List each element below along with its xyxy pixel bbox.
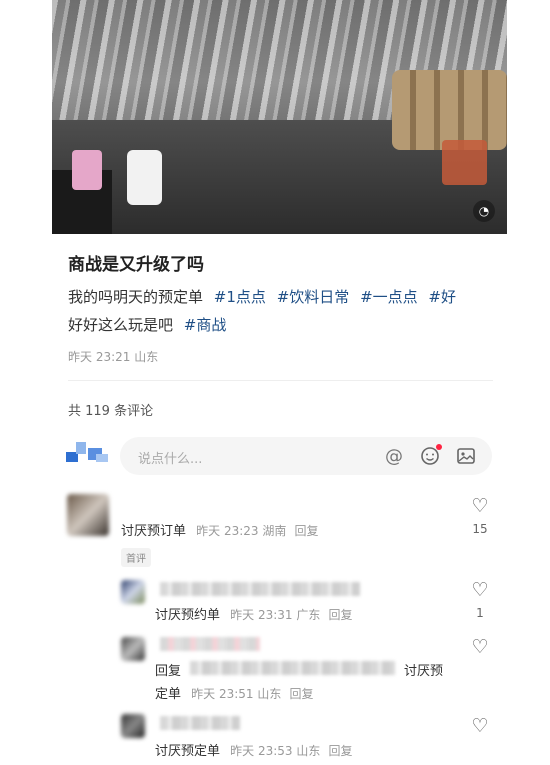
heart-icon: ♡ (471, 495, 489, 517)
pink-object (72, 150, 102, 190)
hashtag[interactable]: #1点点 (214, 288, 266, 306)
avatar[interactable] (121, 580, 145, 604)
comment-time: 昨天 23:23 湖南 (196, 524, 287, 538)
comment-author[interactable]: 讨厌预订单 (121, 524, 186, 539)
hashtag[interactable]: #好 (428, 288, 456, 306)
comment-time: 昨天 23:31 广东 (230, 608, 321, 622)
redacted-text (160, 637, 260, 651)
comment-input[interactable]: 说点什么... @ (120, 437, 492, 475)
comment: 讨厌预 (404, 660, 443, 679)
comment-placeholder: 说点什么... (138, 452, 203, 467)
comment-count: 共 119 条评论 (68, 404, 154, 419)
notification-dot (436, 444, 442, 450)
drink-cup (442, 140, 487, 185)
at-icon[interactable]: @ (382, 444, 406, 468)
comment: 回复 (155, 660, 181, 679)
divider (68, 380, 493, 381)
post-image[interactable]: ◔ (52, 0, 507, 234)
comment: 讨厌预约单 昨天 23:31 广东 回复 (155, 604, 353, 623)
comment: 定单 昨天 23:51 山东 回复 (155, 683, 314, 702)
reply-prefix: 回复 (155, 664, 182, 679)
comment-author[interactable]: 讨厌预约单 (155, 608, 220, 623)
like-button[interactable]: ♡ 15 (465, 496, 495, 536)
avatar[interactable] (66, 438, 110, 464)
redacted-text (190, 661, 395, 675)
comment-author[interactable]: 定单 (155, 687, 181, 702)
mention[interactable]: 讨厌预 (404, 664, 443, 679)
hashtag[interactable]: #一点点 (360, 288, 418, 306)
like-count: 1 (476, 606, 484, 620)
like-button[interactable]: ♡ (465, 716, 495, 736)
reply-button[interactable]: 回复 (329, 608, 353, 622)
like-button[interactable]: ♡ (465, 637, 495, 657)
comment: 讨厌预订单 昨天 23:23 湖南 回复 (121, 520, 319, 539)
post-title: 商战是又升级了吗 (68, 255, 204, 275)
post-meta: 昨天 23:21 山东 (68, 350, 159, 364)
comment-time: 昨天 23:53 山东 (230, 744, 321, 758)
avatar[interactable] (121, 637, 145, 661)
avatar[interactable] (121, 714, 145, 738)
post-body-text: 好好这么玩是吧 (68, 316, 174, 334)
heart-icon: ♡ (471, 715, 489, 737)
paper-roll (127, 150, 162, 205)
like-button[interactable]: ♡ 1 (465, 580, 495, 620)
comment: 讨厌预定单 昨天 23:53 山东 回复 (155, 740, 353, 759)
comment-author[interactable]: 讨厌预定单 (155, 744, 220, 759)
reply-button[interactable]: 回复 (290, 687, 314, 701)
reply-button[interactable]: 回复 (329, 744, 353, 758)
heart-icon: ♡ (471, 579, 489, 601)
reply-button[interactable]: 回复 (295, 524, 319, 538)
comment-time: 昨天 23:51 山东 (191, 687, 282, 701)
cup-lids (392, 70, 507, 150)
redacted-text (160, 582, 360, 596)
hashtag[interactable]: #商战 (184, 316, 227, 334)
redacted-text (160, 716, 240, 730)
first-comment-badge: 首评 (121, 548, 151, 567)
post-body-text: 我的吗明天的预定单 (68, 288, 204, 306)
image-icon[interactable] (454, 444, 478, 468)
hashtag[interactable]: #饮料日常 (277, 288, 350, 306)
heart-icon: ♡ (471, 636, 489, 658)
live-photo-icon[interactable]: ◔ (473, 200, 495, 222)
like-count: 15 (472, 522, 488, 536)
avatar[interactable] (67, 494, 109, 536)
post-body: 我的吗明天的预定单 #1点点 #饮料日常 #一点点 #好 好好这么玩是吧 #商战 (68, 283, 493, 339)
emoji-icon[interactable] (418, 444, 442, 468)
